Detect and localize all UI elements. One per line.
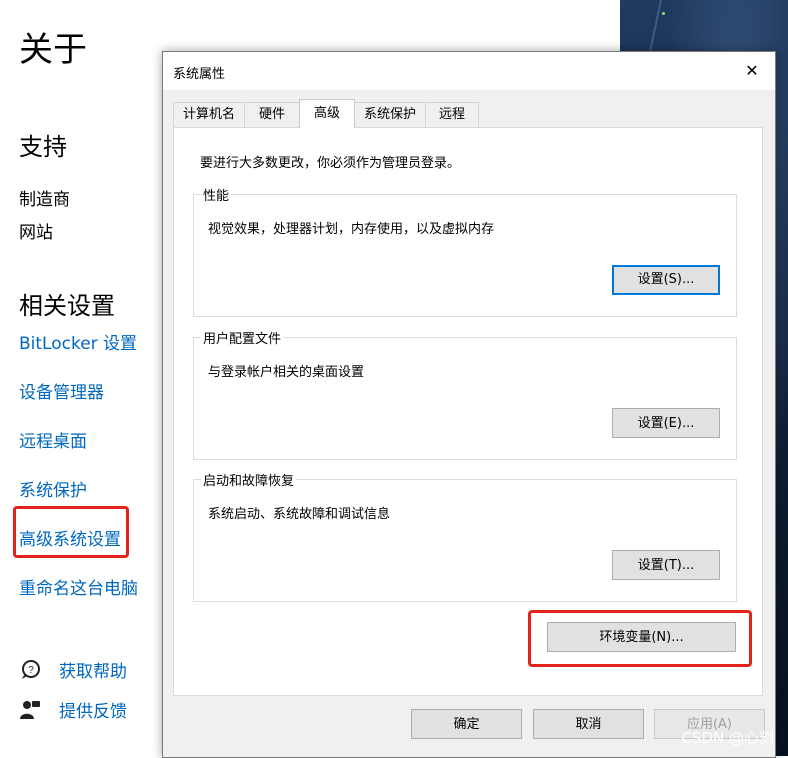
user-profiles-description: 与登录帐户相关的桌面设置: [208, 365, 365, 380]
performance-description: 视觉效果，处理器计划，内存使用，以及虚拟内存: [208, 222, 495, 237]
support-item-manufacturer: 制造商: [19, 190, 70, 210]
support-heading: 支持: [19, 133, 67, 161]
feedback-icon: [19, 699, 41, 721]
user-profiles-group-label: 用户配置文件: [201, 328, 284, 347]
link-rename-pc[interactable]: 重命名这台电脑: [19, 574, 138, 599]
tab-system-protection[interactable]: 系统保护: [354, 102, 426, 127]
get-help-icon: ?: [19, 659, 41, 681]
user-profiles-settings-button[interactable]: 设置(E)...: [612, 408, 720, 438]
svg-text:?: ?: [28, 665, 34, 676]
highlight-box-advanced-settings: [13, 506, 129, 558]
dialog-titlebar[interactable]: 系统属性 ✕: [163, 52, 775, 90]
admin-notice: 要进行大多数更改，你必须作为管理员登录。: [200, 156, 461, 171]
link-remote-desktop[interactable]: 远程桌面: [19, 427, 87, 452]
startup-recovery-group: 启动和故障恢复 系统启动、系统故障和调试信息 设置(T)...: [193, 470, 737, 602]
user-profiles-group: 用户配置文件 与登录帐户相关的桌面设置 设置(E)...: [193, 328, 737, 460]
tab-remote[interactable]: 远程: [425, 102, 479, 127]
help-link-feedback-label: 提供反馈: [59, 702, 127, 722]
help-link-get-help[interactable]: ? 获取帮助: [19, 657, 127, 682]
watermark: CSDN @心刻: [681, 729, 774, 747]
link-system-protection[interactable]: 系统保护: [19, 476, 87, 501]
startup-recovery-group-label: 启动和故障恢复: [201, 470, 297, 489]
tab-computer-name[interactable]: 计算机名: [173, 102, 245, 127]
close-icon[interactable]: ✕: [729, 52, 775, 90]
link-device-manager[interactable]: 设备管理器: [19, 378, 104, 403]
highlight-box-env-variables: [528, 610, 752, 667]
help-link-feedback[interactable]: 提供反馈: [19, 697, 127, 722]
startup-recovery-settings-button[interactable]: 设置(T)...: [612, 550, 720, 580]
cancel-button[interactable]: 取消: [533, 709, 644, 739]
tab-hardware[interactable]: 硬件: [244, 102, 300, 127]
link-bitlocker[interactable]: BitLocker 设置: [19, 329, 137, 354]
ok-button[interactable]: 确定: [411, 709, 522, 739]
help-link-get-help-label: 获取帮助: [59, 662, 127, 682]
performance-settings-button[interactable]: 设置(S)...: [612, 265, 720, 295]
startup-recovery-description: 系统启动、系统故障和调试信息: [208, 507, 391, 522]
page-title: 关于: [19, 30, 87, 70]
performance-group: 性能 视觉效果，处理器计划，内存使用，以及虚拟内存 设置(S)...: [193, 185, 737, 317]
tab-advanced[interactable]: 高级: [299, 99, 355, 128]
performance-group-label: 性能: [201, 185, 232, 204]
related-settings-heading: 相关设置: [19, 292, 115, 320]
support-item-website: 网站: [19, 223, 53, 243]
dialog-title: 系统属性: [173, 67, 226, 82]
